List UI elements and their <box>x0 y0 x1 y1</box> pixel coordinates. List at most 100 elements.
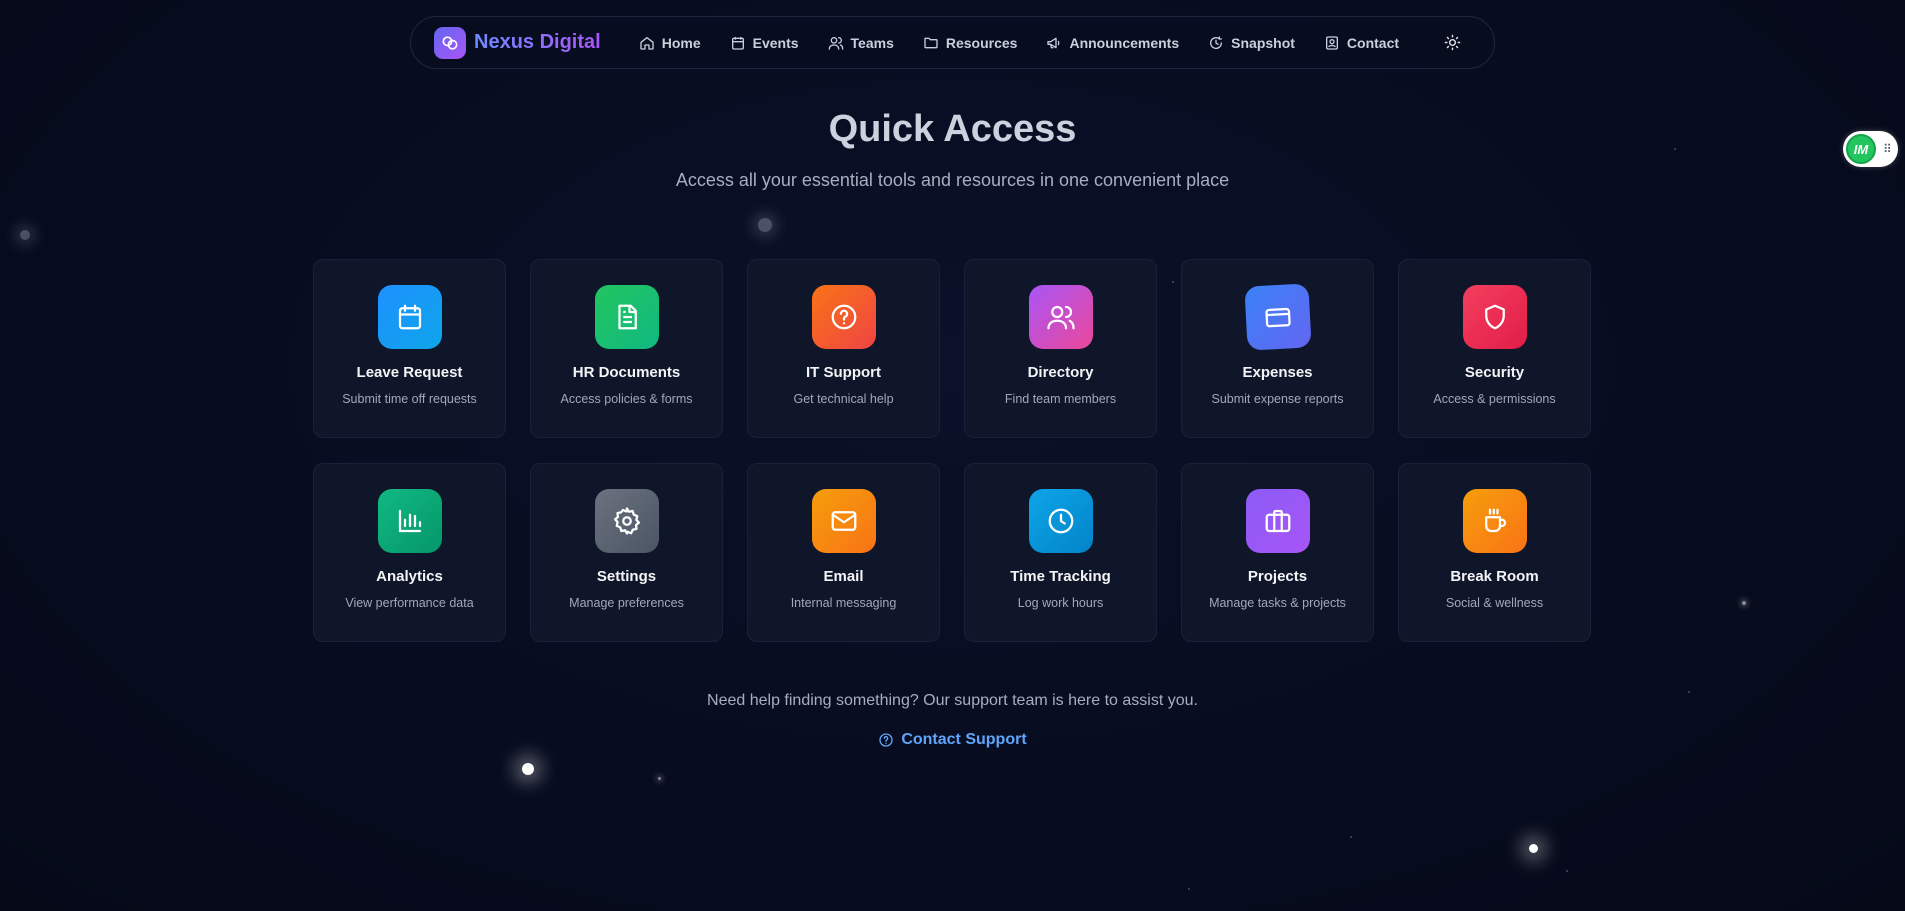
document-icon <box>617 304 637 330</box>
contact-support-link[interactable]: Contact Support <box>878 731 1027 749</box>
card-description: View performance data <box>345 596 474 610</box>
page-subtitle: Access all your essential tools and reso… <box>675 170 1230 190</box>
card-title: HR Documents <box>572 364 681 381</box>
calendar-icon <box>731 36 744 50</box>
card-hr-documents[interactable]: HR Documents Access policies & forms <box>530 259 723 438</box>
nav-item-label: Snapshot <box>1231 34 1295 51</box>
star <box>758 218 772 232</box>
card-title: Break Room <box>1450 568 1539 585</box>
nav-item-contact[interactable]: Contact <box>1324 35 1399 51</box>
star <box>20 230 30 240</box>
card-break-room[interactable]: Break Room Social & wellness <box>1398 463 1591 642</box>
nav-item-snapshot[interactable]: Snapshot <box>1208 35 1295 51</box>
brand[interactable]: Nexus Digital <box>434 26 601 59</box>
card-title: IT Support <box>806 364 881 381</box>
contact-support-label: Contact Support <box>901 731 1027 748</box>
help-circle-icon <box>831 304 856 330</box>
nav-item-label: Events <box>752 34 799 51</box>
card-description: Submit time off requests <box>342 392 477 406</box>
card-title: Leave Request <box>356 364 463 381</box>
nav-item-label: Announcements <box>1069 34 1180 51</box>
card-time-tracking[interactable]: Time Tracking Log work hours <box>964 463 1157 642</box>
card-icon-box <box>594 489 659 553</box>
snapshot-icon <box>1210 35 1223 49</box>
star <box>1566 870 1568 872</box>
card-settings[interactable]: Settings Manage preferences <box>530 463 723 642</box>
card-expenses[interactable]: Expenses Submit expense reports <box>1181 259 1374 438</box>
card-description: Internal messaging <box>790 596 897 610</box>
users-icon <box>828 36 843 50</box>
card-icon-box <box>1243 283 1312 351</box>
brand-name: Nexus Digital <box>474 31 601 53</box>
nav-item-resources[interactable]: Resources <box>923 34 1018 51</box>
card-directory[interactable]: Directory Find team members <box>964 259 1157 438</box>
linked-circles-icon <box>434 26 466 59</box>
star <box>658 777 661 780</box>
mail-icon <box>831 511 856 531</box>
card-description: Access & permissions <box>1433 392 1556 406</box>
card-icon-box <box>1028 489 1093 553</box>
nav-item-label: Home <box>661 34 701 51</box>
star <box>1188 888 1190 890</box>
card-title: Projects <box>1247 568 1308 585</box>
nav-item-label: Resources <box>945 34 1018 51</box>
card-title: Settings <box>596 568 657 585</box>
card-title: Directory <box>1027 364 1094 381</box>
card-email[interactable]: Email Internal messaging <box>747 463 940 642</box>
star <box>1350 836 1352 838</box>
home-icon <box>640 36 654 50</box>
card-icon-box <box>811 489 876 553</box>
card-analytics[interactable]: Analytics View performance data <box>313 463 506 642</box>
nav-item-label: Contact <box>1346 34 1400 51</box>
credit-card-icon <box>1264 307 1291 328</box>
card-description: Access policies & forms <box>560 392 693 406</box>
card-icon-box <box>377 285 442 349</box>
clock-icon <box>1048 508 1073 534</box>
help-circle-icon <box>879 733 893 747</box>
card-title: Expenses <box>1242 364 1313 381</box>
nav-item-announcements[interactable]: Announcements <box>1046 35 1179 51</box>
gear-icon <box>613 507 640 535</box>
nav-item-label: Teams <box>850 34 894 51</box>
card-description: Log work hours <box>1017 596 1104 610</box>
theme-toggle-button[interactable] <box>1444 34 1461 51</box>
card-icon-box <box>811 285 876 349</box>
card-icon-box <box>1028 285 1093 349</box>
folder-icon <box>924 37 938 48</box>
card-icon-box <box>1245 489 1310 553</box>
card-description: Get technical help <box>793 392 894 406</box>
contact-icon <box>1325 35 1338 50</box>
support-row: Contact Support <box>0 731 1905 749</box>
card-title: Email <box>823 568 864 585</box>
card-icon-box <box>377 489 442 553</box>
star <box>522 763 534 775</box>
quick-access-grid: Leave Request Submit time off requests H… <box>313 259 1591 642</box>
card-icon-box <box>594 285 659 349</box>
megaphone-icon <box>1047 37 1060 48</box>
card-security[interactable]: Security Access & permissions <box>1398 259 1591 438</box>
card-description: Submit expense reports <box>1211 392 1344 406</box>
card-description: Manage tasks & projects <box>1209 596 1346 610</box>
card-icon-box <box>1462 489 1527 553</box>
page-title: Quick Access <box>828 108 1077 150</box>
card-it-support[interactable]: IT Support Get technical help <box>747 259 940 438</box>
nav-item-home[interactable]: Home <box>639 35 701 51</box>
users-icon <box>1046 305 1075 330</box>
sun-icon <box>1444 34 1461 51</box>
star <box>1742 601 1746 605</box>
calendar-icon <box>398 304 421 330</box>
card-title: Analytics <box>376 568 443 585</box>
bar-chart-icon <box>398 509 421 533</box>
card-leave-request[interactable]: Leave Request Submit time off requests <box>313 259 506 438</box>
nav-item-events[interactable]: Events <box>730 35 799 51</box>
nav-item-teams[interactable]: Teams <box>828 35 894 51</box>
card-description: Manage preferences <box>569 596 684 610</box>
coffee-icon <box>1484 508 1506 533</box>
briefcase-icon <box>1265 509 1290 533</box>
card-projects[interactable]: Projects Manage tasks & projects <box>1181 463 1374 642</box>
shield-icon <box>1484 304 1505 330</box>
help-text: Need help finding something? Our support… <box>707 692 1198 709</box>
card-description: Social & wellness <box>1445 596 1544 610</box>
card-icon-box <box>1462 285 1527 349</box>
card-title: Security <box>1464 364 1525 381</box>
